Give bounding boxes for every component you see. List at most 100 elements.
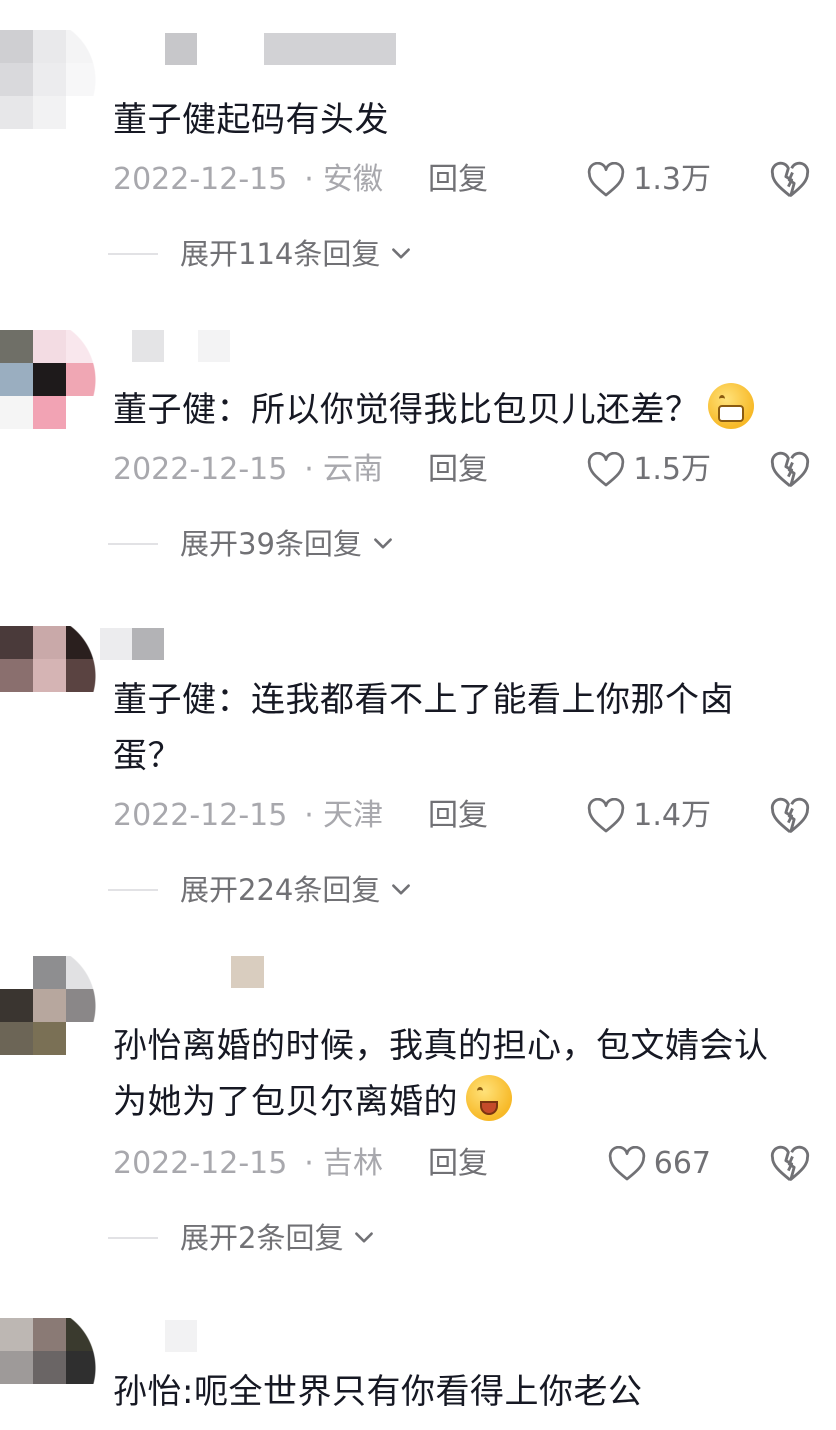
avatar[interactable] (0, 626, 100, 726)
heart-icon (588, 798, 625, 833)
comment-date: 2022-12-15 (113, 162, 288, 197)
comment-meta: 2022-12-15 · 安徽 回复 1.3万 (113, 160, 836, 200)
avatar-pixel (33, 659, 66, 692)
avatar-pixel (0, 1318, 33, 1351)
avatar-pixel (66, 30, 99, 63)
reply-button[interactable]: 回复 (428, 1144, 488, 1184)
avatar-pixel (66, 1318, 99, 1351)
broken-heart-icon[interactable] (770, 450, 810, 490)
avatar[interactable] (0, 1318, 100, 1418)
avatar-pixel (66, 989, 99, 1022)
avatar[interactable] (0, 30, 100, 130)
avatar-pixel (33, 1384, 66, 1417)
avatar-pixel (0, 330, 33, 363)
comment-region: 云南 (323, 452, 383, 487)
like-button[interactable]: 1.4万 (587, 796, 711, 836)
comment-text-content: 为她为了包贝尔离婚的 (113, 1082, 458, 1122)
avatar-pixel (0, 396, 33, 429)
username-blurred[interactable] (264, 33, 396, 65)
comment-text-line: 蛋？ (113, 736, 182, 776)
avatar-pixel (0, 363, 33, 396)
avatar-pixel (66, 96, 99, 129)
avatar-pixel (33, 989, 66, 1022)
avatar-pixel (66, 1022, 99, 1055)
username-blurred[interactable] (231, 956, 264, 988)
avatar-pixel (66, 363, 99, 396)
broken-heart-icon[interactable] (770, 796, 810, 836)
grimace-sweat-emoji (707, 383, 754, 429)
comment-text: 董子健：所以你觉得我比包贝儿还差？ (113, 382, 816, 438)
chevron-down-icon (374, 538, 392, 549)
separator-dot: · (304, 1146, 314, 1181)
separator-dot: · (304, 798, 314, 833)
broken-heart-icon[interactable] (770, 160, 810, 200)
like-button[interactable]: 1.3万 (587, 160, 711, 200)
avatar-pixel (33, 63, 66, 96)
avatar-pixel (0, 989, 33, 1022)
expand-replies-button[interactable]: 展开2条回复 (108, 1218, 377, 1258)
comment-text: 董子健：连我都看不上了能看上你那个卤 蛋？ (113, 672, 816, 784)
separator-dot: · (304, 162, 314, 197)
like-button[interactable]: 1.5万 (587, 450, 711, 490)
avatar-pixel (66, 63, 99, 96)
expand-replies-label: 展开114条回复 (180, 237, 381, 271)
avatar-pixel (33, 692, 66, 725)
username-blurred[interactable] (198, 330, 230, 362)
divider-line (108, 543, 158, 545)
avatar-pixel (66, 330, 99, 363)
broken-heart-icon[interactable] (770, 1144, 810, 1184)
username-blurred[interactable] (165, 1320, 197, 1352)
avatar-pixel (0, 30, 33, 63)
username-blurred[interactable] (165, 33, 197, 65)
like-button[interactable]: 667 (608, 1144, 711, 1184)
avatar-pixel (33, 1022, 66, 1055)
avatar-pixel (33, 330, 66, 363)
reply-button[interactable]: 回复 (428, 160, 488, 200)
comment-date: 2022-12-15 (113, 798, 288, 833)
comment-region: 安徽 (323, 162, 383, 197)
avatar-pixel (33, 956, 66, 989)
avatar-pixel (66, 396, 99, 429)
comment-text-content: 董子健：所以你觉得我比包贝儿还差？ (113, 390, 700, 430)
username-blurred[interactable] (132, 628, 164, 660)
avatar[interactable] (0, 956, 100, 1056)
avatar-pixel (0, 1022, 33, 1055)
reply-button[interactable]: 回复 (428, 450, 488, 490)
avatar-pixel (33, 30, 66, 63)
heart-icon (588, 452, 625, 487)
comment-text-line: 董子健：连我都看不上了能看上你那个卤 (113, 680, 734, 720)
chevron-down-icon (355, 1232, 374, 1243)
comment-text-line: 为她为了包贝尔离婚的 (113, 1074, 816, 1130)
avatar-pixel (66, 1351, 99, 1384)
avatar-pixel (0, 692, 33, 725)
avatar-pixel (66, 692, 99, 725)
comment-date: 2022-12-15 (113, 452, 288, 487)
avatar-pixel (0, 1384, 33, 1417)
like-count: 1.5万 (633, 452, 711, 487)
heart-icon (588, 162, 625, 197)
reply-button[interactable]: 回复 (428, 796, 488, 836)
avatar-pixel (33, 96, 66, 129)
comment-text: 董子健起码有头发 (113, 100, 389, 140)
chevron-down-icon (392, 248, 411, 259)
crying-emoji (466, 1075, 512, 1121)
avatar-pixel (33, 1318, 66, 1351)
expand-replies-label: 展开39条回复 (180, 527, 362, 561)
comment-meta: 2022-12-15 · 天津 回复 1.4万 (113, 796, 836, 836)
avatar-pixel (0, 96, 33, 129)
comment-region: 天津 (323, 798, 383, 833)
avatar-pixel (0, 63, 33, 96)
avatar[interactable] (0, 330, 100, 430)
avatar-pixel (66, 626, 99, 659)
avatar-pixel (33, 626, 66, 659)
like-count: 667 (653, 1146, 711, 1181)
expand-replies-button[interactable]: 展开114条回复 (108, 234, 414, 274)
expand-replies-label: 展开2条回复 (180, 1221, 344, 1255)
expand-replies-button[interactable]: 展开224条回复 (108, 870, 414, 910)
divider-line (108, 889, 158, 891)
username-blurred[interactable] (100, 628, 132, 660)
chevron-down-icon (392, 884, 411, 895)
username-blurred[interactable] (132, 330, 164, 362)
divider-line (108, 253, 158, 255)
expand-replies-button[interactable]: 展开39条回复 (108, 524, 396, 564)
